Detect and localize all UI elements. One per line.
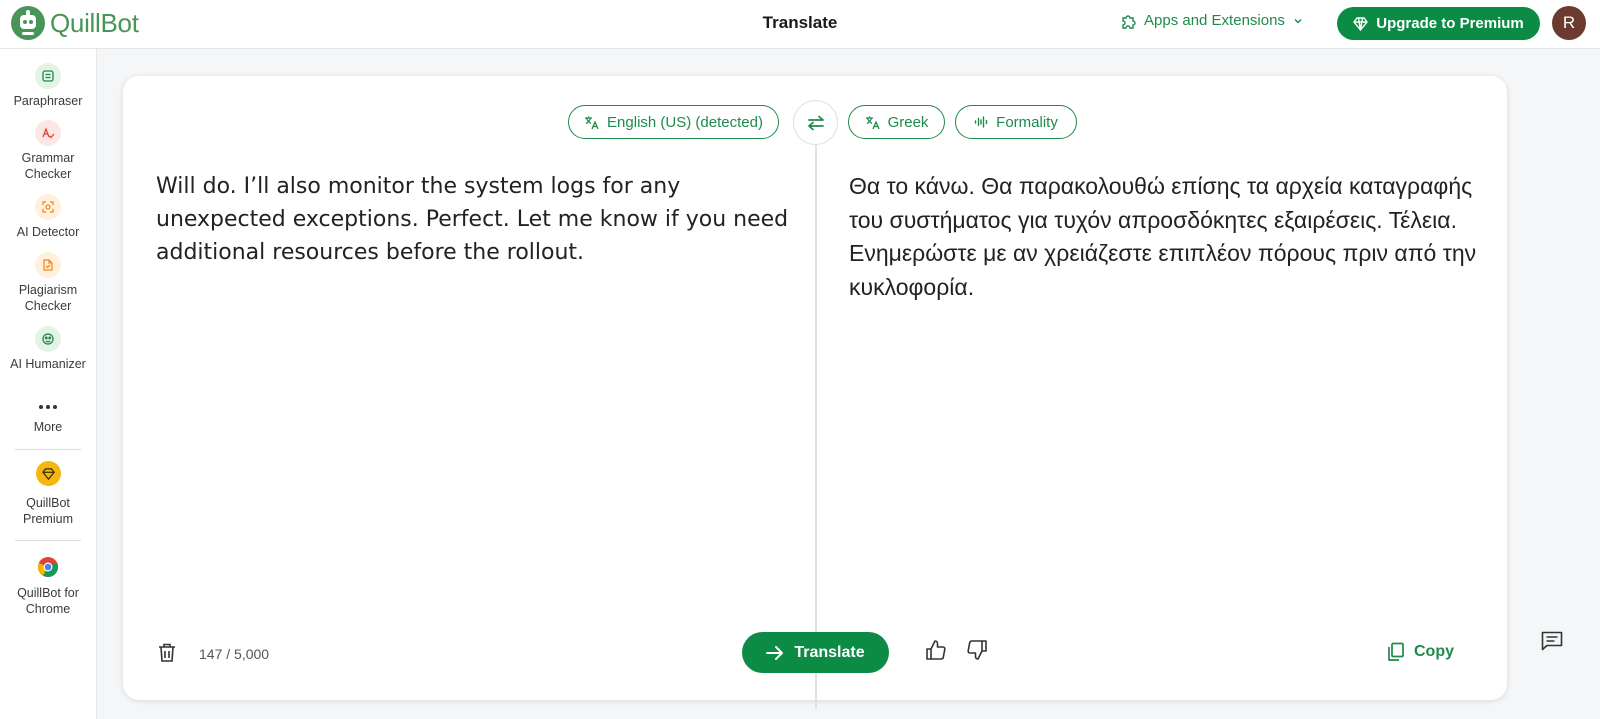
sidebar-item-quillbot-premium[interactable]: QuillBot Premium xyxy=(0,461,96,527)
diamond-icon xyxy=(1353,16,1369,31)
thumbs-down-button[interactable] xyxy=(966,639,988,666)
sidebar-item-ai-detector[interactable]: AI Detector xyxy=(0,194,96,240)
translate-icon xyxy=(865,116,880,129)
target-language-selector[interactable]: Greek xyxy=(848,105,945,139)
target-language-label: Greek xyxy=(887,113,929,131)
source-text-input[interactable]: Will do. I’ll also monitor the system lo… xyxy=(156,170,796,269)
sidebar: Paraphraser Grammar Checker AI Detector … xyxy=(0,49,97,719)
formality-selector[interactable]: Formality xyxy=(955,105,1077,139)
sidebar-label-ai-detector: AI Detector xyxy=(16,225,80,239)
sidebar-item-paraphraser[interactable]: Paraphraser xyxy=(0,63,96,109)
sidebar-label-more: More xyxy=(33,420,63,434)
arrow-right-icon xyxy=(766,645,784,660)
sidebar-item-more[interactable]: More xyxy=(0,399,96,435)
sidebar-item-plagiarism-checker[interactable]: Plagiarism Checker xyxy=(0,252,96,314)
sidebar-label-paraphraser: Paraphraser xyxy=(13,94,83,108)
ai-humanizer-icon xyxy=(35,326,61,352)
thumbs-up-icon xyxy=(926,640,946,660)
sidebar-label-quillbot-premium: QuillBot Premium xyxy=(22,496,73,526)
translate-card: English (US) (detected) Greek Formality … xyxy=(123,76,1507,708)
feedback-button[interactable] xyxy=(1541,631,1563,656)
feedback-icon xyxy=(1541,631,1563,651)
swap-icon xyxy=(807,115,824,130)
premium-diamond-icon xyxy=(35,461,61,486)
top-bar: QuillBot Translate Apps and Extensions U… xyxy=(0,0,1600,49)
copy-icon xyxy=(1388,642,1404,661)
sidebar-label-plagiarism-checker: Plagiarism Checker xyxy=(18,283,78,313)
grammar-checker-icon xyxy=(35,120,61,146)
copy-button[interactable]: Copy xyxy=(1387,642,1454,662)
sidebar-divider xyxy=(15,449,81,450)
translated-text-output: Θα το κάνω. Θα παρακολουθώ επίσης τα αρχ… xyxy=(849,173,1477,300)
source-language-selector[interactable]: English (US) (detected) xyxy=(568,105,779,139)
swap-languages-button[interactable] xyxy=(793,100,838,145)
ai-detector-icon xyxy=(35,194,61,220)
sidebar-divider xyxy=(15,540,81,541)
sidebar-label-grammar-checker: Grammar Checker xyxy=(21,151,75,181)
upgrade-to-premium-button[interactable]: Upgrade to Premium xyxy=(1337,7,1540,40)
trash-icon xyxy=(159,643,175,662)
puzzle-icon xyxy=(1122,14,1136,29)
apps-and-extensions-menu[interactable]: Apps and Extensions xyxy=(1120,12,1303,29)
thumbs-up-button[interactable] xyxy=(925,639,947,666)
paraphraser-icon xyxy=(35,63,61,89)
avatar[interactable]: R xyxy=(1552,6,1586,40)
panel-divider xyxy=(815,142,817,708)
translate-icon xyxy=(585,116,599,129)
formality-icon xyxy=(974,116,988,128)
sidebar-label-quillbot-for-chrome: QuillBot for Chrome xyxy=(17,586,79,616)
sidebar-item-ai-humanizer[interactable]: AI Humanizer xyxy=(0,326,96,372)
character-counter: 147 / 5,000 xyxy=(199,646,270,662)
chrome-icon xyxy=(36,555,60,579)
thumbs-down-icon xyxy=(967,640,987,660)
translate-button-label: Translate xyxy=(794,643,865,661)
sidebar-label-ai-humanizer: AI Humanizer xyxy=(10,357,86,371)
copy-label: Copy xyxy=(1414,643,1454,660)
plagiarism-checker-icon xyxy=(35,252,61,278)
source-language-label: English (US) (detected) xyxy=(607,113,763,131)
apps-and-extensions-label: Apps and Extensions xyxy=(1144,12,1285,29)
upgrade-label: Upgrade to Premium xyxy=(1376,15,1524,32)
sidebar-item-quillbot-for-chrome[interactable]: QuillBot for Chrome xyxy=(0,555,96,617)
clear-text-button[interactable] xyxy=(158,643,176,668)
sidebar-item-grammar-checker[interactable]: Grammar Checker xyxy=(0,120,96,182)
chevron-down-icon xyxy=(1294,18,1302,24)
more-icon xyxy=(35,399,61,415)
translate-button[interactable]: Translate xyxy=(742,632,889,673)
formality-label: Formality xyxy=(996,113,1058,131)
